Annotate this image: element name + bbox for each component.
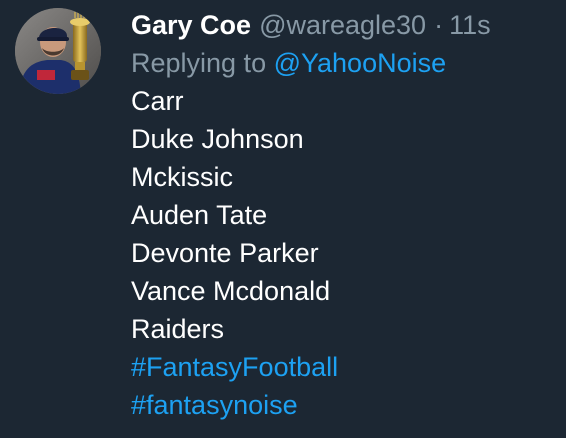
tweet-line: Devonte Parker xyxy=(131,238,319,268)
replying-to-label: Replying to xyxy=(131,48,267,78)
tweet-line: Duke Johnson xyxy=(131,124,304,154)
tweet-line: Vance Mcdonald xyxy=(131,276,331,306)
hashtag-link[interactable]: #fantasynoise xyxy=(131,386,556,424)
tweet-line: Carr xyxy=(131,86,184,116)
replying-to: Replying to @YahooNoise xyxy=(131,44,556,82)
tweet: Gary Coe @wareagle30 · 11s Replying to @… xyxy=(0,0,566,438)
separator-dot: · xyxy=(434,10,444,40)
replying-to-handle-link[interactable]: @YahooNoise xyxy=(274,48,447,78)
timestamp[interactable]: 11s xyxy=(449,6,491,44)
avatar-photo-icon xyxy=(15,8,101,94)
tweet-header: Gary Coe @wareagle30 · 11s xyxy=(131,6,556,44)
user-handle[interactable]: @wareagle30 xyxy=(259,6,426,44)
display-name[interactable]: Gary Coe xyxy=(131,6,251,44)
user-avatar[interactable] xyxy=(15,8,101,94)
tweet-content: Gary Coe @wareagle30 · 11s Replying to @… xyxy=(131,6,556,424)
tweet-text: Carr Duke Johnson Mckissic Auden Tate De… xyxy=(131,82,556,348)
tweet-line: Mckissic xyxy=(131,162,233,192)
tweet-line: Raiders xyxy=(131,314,225,344)
tweet-line: Auden Tate xyxy=(131,200,268,230)
hashtag-link[interactable]: #FantasyFootball xyxy=(131,348,556,386)
